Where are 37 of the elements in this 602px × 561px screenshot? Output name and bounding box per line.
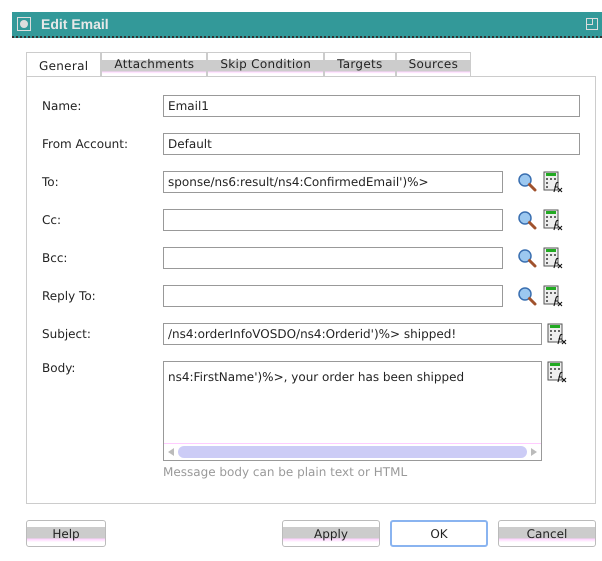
field-label: Subject: xyxy=(42,327,92,341)
window-title: Edit Email xyxy=(41,16,110,32)
dialog-button[interactable]: Apply xyxy=(282,520,380,547)
search-icon[interactable] xyxy=(517,286,537,306)
input-field[interactable] xyxy=(163,247,503,269)
field-label: Body: xyxy=(42,361,76,375)
input-field[interactable]: Default xyxy=(163,133,580,155)
field-label: Reply To: xyxy=(42,289,97,303)
field-label: Cc: xyxy=(42,213,62,227)
dialog-button[interactable]: OK xyxy=(390,520,488,547)
field-label: From Account: xyxy=(42,137,130,151)
calculator-icon[interactable] xyxy=(543,247,563,269)
dialog-button[interactable]: Help xyxy=(26,520,106,547)
input-field[interactable]: /ns4:orderInfoVOSDO/ns4:Orderid')%> shipped! xyxy=(163,323,542,345)
input-field[interactable] xyxy=(163,209,503,231)
search-icon[interactable] xyxy=(517,172,537,192)
field-label: To: xyxy=(42,175,60,189)
hint-text: Message body can be plain text or HTML xyxy=(163,465,408,479)
input-field[interactable]: Email1 xyxy=(163,95,580,117)
dialog-button[interactable]: Cancel xyxy=(498,520,596,547)
calculator-icon[interactable] xyxy=(543,285,563,307)
input-field[interactable]: sponse/ns6:result/ns4:ConfirmedEmail')%> xyxy=(163,171,503,193)
tab[interactable]: Targets xyxy=(324,52,396,76)
input-field[interactable] xyxy=(163,285,503,307)
tab[interactable]: Sources xyxy=(396,52,472,76)
tab[interactable]: Attachments xyxy=(101,52,208,76)
tab[interactable]: Skip Condition xyxy=(207,52,324,76)
tab[interactable]: General xyxy=(26,52,102,76)
text-area[interactable]: ns4:FirstName')%>, your order has been shipped xyxy=(163,361,542,461)
calculator-icon[interactable] xyxy=(543,209,563,231)
field-label: Bcc: xyxy=(42,251,68,265)
calculator-icon[interactable] xyxy=(547,361,567,383)
search-icon[interactable] xyxy=(517,210,537,230)
field-label: Name: xyxy=(42,99,82,113)
search-icon[interactable] xyxy=(517,248,537,268)
calculator-icon[interactable] xyxy=(543,171,563,193)
calculator-icon[interactable] xyxy=(547,323,567,345)
